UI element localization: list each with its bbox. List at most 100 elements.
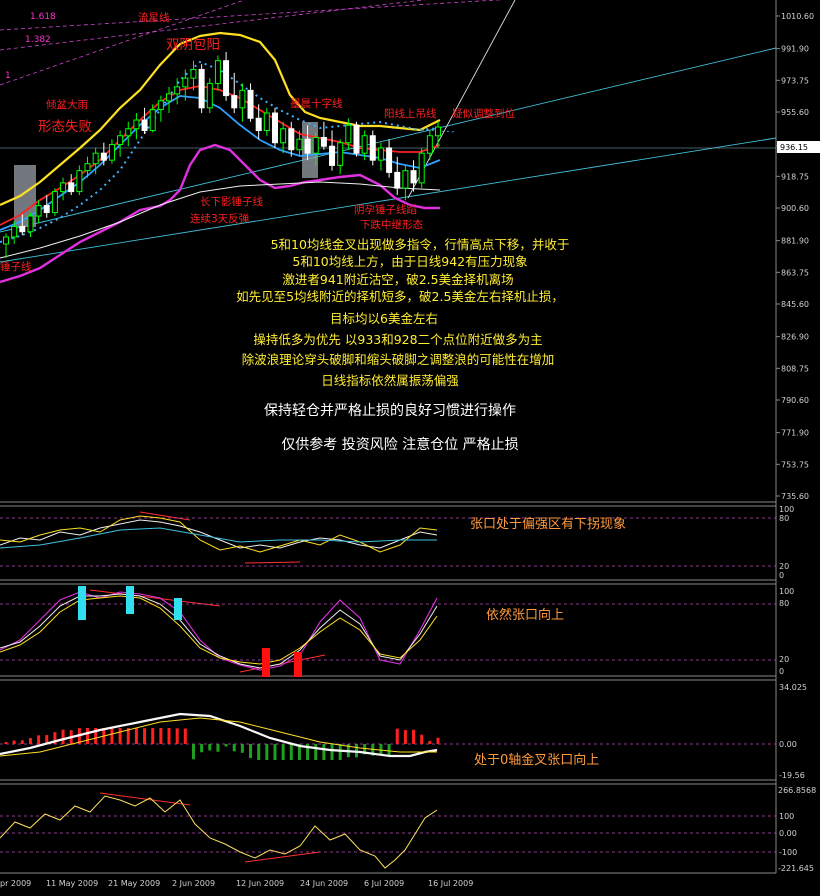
indicator-trend-marks: [89, 511, 326, 863]
candle-body: [76, 170, 83, 193]
candle-body: [190, 68, 197, 79]
price-tick-label: 900.60: [781, 204, 809, 213]
candle-body: [369, 135, 376, 161]
candle-body: [247, 89, 254, 119]
candle-body: [296, 138, 303, 151]
candle-body: [280, 128, 287, 144]
candle-body: [312, 136, 319, 154]
date-label: 12 Jun 2009: [236, 879, 284, 888]
candle-body: [402, 170, 409, 189]
macd-histogram-bar: [403, 729, 407, 744]
chart-canvas[interactable]: 1010.60 991.90 973.75 955.60 936.15 918.75 900…: [0, 0, 820, 896]
osc-tick-100: 100: [779, 505, 794, 514]
candle-body: [263, 112, 270, 132]
price-tick-label: 808.75: [781, 364, 809, 373]
date-label: 6 Jul 2009: [364, 879, 404, 888]
macd-histogram-bar: [208, 744, 212, 751]
date-label: 21 May 2009: [108, 879, 160, 888]
candle-body: [271, 112, 278, 144]
macd-histogram-bar: [338, 744, 342, 760]
macd-histogram-bar: [379, 744, 383, 755]
candle-body: [166, 93, 173, 102]
stochastic-panel: [0, 586, 776, 677]
stoch-marker-red-2: [294, 652, 302, 677]
price-axis: 1010.60 991.90 973.75 955.60 936.15 918.75 900…: [776, 12, 814, 501]
macd-histogram-bar: [314, 744, 318, 760]
osc-tick-20: 20: [779, 562, 789, 571]
candle-body: [100, 152, 107, 161]
candle-body: [410, 170, 417, 184]
fib-label-1: 1: [5, 71, 11, 81]
candle-body: [92, 152, 99, 165]
macd-axis: 34.025 0.00 -19.56: [779, 683, 807, 780]
macd-histogram-bar: [12, 740, 16, 744]
date-label: pr 2009: [0, 879, 31, 888]
price-tick-label: 845.60: [781, 300, 809, 309]
macd-histogram-bar: [200, 744, 204, 753]
candle-body: [231, 95, 238, 109]
price-tick-label: 790.60: [781, 396, 809, 405]
note-line-1: 5和10均线金叉出现做多指令，行情高点下移，并收于: [271, 237, 570, 252]
stoch-tick-20: 20: [779, 655, 789, 664]
candle-body: [239, 89, 246, 109]
candle-body: [35, 205, 42, 217]
annotation-pattern-fail: 形态失败: [38, 119, 92, 135]
fib-label-1618: 1.618: [30, 12, 56, 22]
commentary: 5和10均线金叉出现做多指令，行情高点下移，并收于 5和10均线上方，由于日线9…: [236, 237, 569, 453]
candle-body: [60, 182, 67, 193]
candle-body: [345, 124, 352, 144]
cci-tick-top: 266.8568: [778, 786, 816, 795]
macd-histogram-bar: [61, 729, 65, 744]
macd-histogram-bar: [281, 744, 285, 760]
price-tick-label: 735.60: [781, 492, 809, 501]
candle-body: [361, 135, 368, 154]
macd-histogram-bar: [240, 744, 244, 753]
candle-body: [68, 182, 75, 193]
candle-body: [435, 126, 441, 137]
note-line-6: 操持低多为优先 以933和928二个点位附近做多为主: [253, 332, 542, 347]
candle-body: [11, 226, 18, 238]
annotation-engulf: 倾盆大雨: [46, 98, 88, 111]
macd-histogram-bar: [436, 737, 440, 744]
date-label: 2 Jun 2009: [172, 879, 215, 888]
candle-body: [141, 119, 148, 132]
macd-histogram-bar: [330, 744, 334, 760]
macd-histogram-bar: [118, 728, 122, 744]
macd-note: 处于0轴金叉张口向上: [474, 752, 599, 768]
macd-histogram-bar: [257, 744, 261, 760]
macd-histogram-bar: [4, 742, 8, 744]
cci-tick-m100: -100: [779, 848, 797, 857]
macd-tick-zero: 0.00: [779, 740, 797, 749]
annotation-morning-doji: 墨晨十字线: [290, 97, 343, 110]
macd-histogram-bar: [273, 744, 277, 760]
note-line-3: 激进者941附近沽空，破2.5美金择机离场: [282, 272, 513, 287]
date-label: 11 May 2009: [46, 879, 98, 888]
candle-body: [108, 143, 115, 161]
macd-histogram-bar: [322, 744, 326, 760]
annotation-adjust: 疑似调整到位: [452, 107, 515, 120]
candle-body: [149, 109, 156, 132]
candle-body: [125, 128, 132, 137]
note-line-9: 保持轻仓并严格止损的良好习惯进行操作: [264, 402, 516, 419]
date-label: 16 Jul 2009: [428, 879, 473, 888]
candle-body: [51, 191, 58, 214]
candle-body: [84, 163, 91, 172]
date-label: 24 Jun 2009: [300, 879, 348, 888]
candle-body: [3, 236, 9, 245]
note-line-4: 如先见至5均线附近的择机短多，破2.5美金左右择机止损，: [236, 289, 564, 304]
note-line-5: 目标均以6美金左右: [330, 311, 438, 326]
candle-body: [19, 226, 26, 233]
price-tick-label: 991.90: [781, 45, 809, 54]
candle-body: [133, 119, 140, 130]
macd-histogram-bar: [134, 728, 138, 744]
last-price-label: 936.15: [780, 143, 808, 152]
candle-body: [223, 60, 230, 97]
price-tick-label: 826.90: [781, 333, 809, 342]
price-tick-label: 753.75: [781, 460, 809, 469]
macd-histogram-bar: [28, 738, 32, 744]
candle-body: [43, 205, 50, 214]
annotation-hammer-b: 下跌中继形态: [360, 218, 423, 231]
cci-panel: [0, 795, 776, 869]
osc-line-white: [0, 519, 438, 549]
chart-window: 1010.60 991.90 973.75 955.60 936.15 918.75 900…: [0, 0, 820, 896]
